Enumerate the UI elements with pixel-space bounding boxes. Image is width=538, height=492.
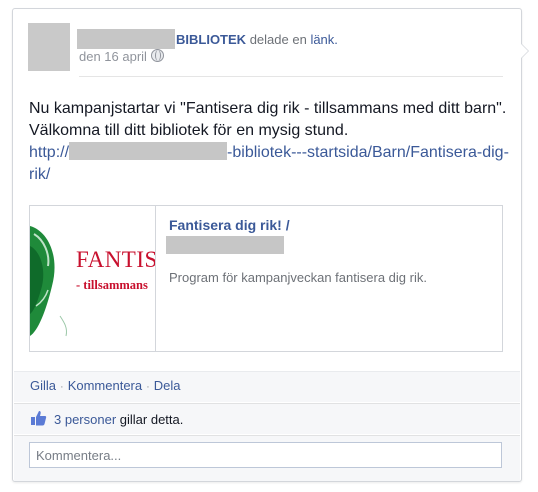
link-thumbnail[interactable]: FANTISE - tillsammans	[30, 206, 156, 351]
post-date[interactable]: den 16 april	[79, 49, 147, 64]
post-meta: den 16 april	[79, 49, 164, 64]
likes-summary: 3 personer gillar detta.	[54, 412, 183, 427]
post-url[interactable]: http://-bibliotek---startsida/Barn/Fanti…	[29, 142, 509, 183]
separator: ·	[146, 381, 150, 393]
link-preview[interactable]: FANTISE - tillsammans Fantisera dig rik!…	[29, 205, 503, 352]
thumbnail-subtitle: - tillsammans	[76, 278, 148, 292]
likes-row: 3 personer gillar detta.	[14, 403, 520, 434]
post-header: BIBLIOTEK delade en länk.	[77, 29, 338, 49]
action-bar: Gilla · Kommentera · Dela	[14, 371, 520, 402]
separator: ·	[60, 381, 64, 393]
globe-icon	[150, 49, 164, 62]
comment-row	[14, 435, 520, 481]
comment-button[interactable]: Kommentera	[68, 378, 142, 393]
redacted-link-domain	[166, 236, 284, 254]
likes-count-link[interactable]: 3 personer	[54, 412, 116, 427]
redacted-author-name	[77, 29, 175, 49]
avatar[interactable]	[28, 23, 70, 71]
divider	[79, 76, 503, 77]
likes-suffix: gillar detta.	[116, 412, 184, 427]
share-button[interactable]: Dela	[154, 378, 181, 393]
action-text: delade en	[249, 32, 307, 47]
link-title[interactable]: Fantisera dig rik! /	[169, 217, 290, 233]
post-card: BIBLIOTEK delade en länk. den 16 april N…	[12, 8, 529, 482]
action-link[interactable]: länk.	[310, 32, 337, 47]
link-description: Program för kampanjveckan fantisera dig …	[169, 270, 427, 285]
thumbs-up-icon	[31, 411, 47, 426]
like-button[interactable]: Gilla	[30, 378, 56, 393]
author-name[interactable]: BIBLIOTEK	[176, 32, 246, 47]
post-message: Nu kampanjstartar vi "Fantisera dig rik …	[29, 100, 507, 139]
comment-input[interactable]	[29, 442, 502, 468]
post-body: Nu kampanjstartar vi "Fantisera dig rik …	[29, 98, 509, 186]
redacted-url-segment	[69, 142, 228, 160]
thumbnail-title: FANTISE	[76, 247, 155, 272]
